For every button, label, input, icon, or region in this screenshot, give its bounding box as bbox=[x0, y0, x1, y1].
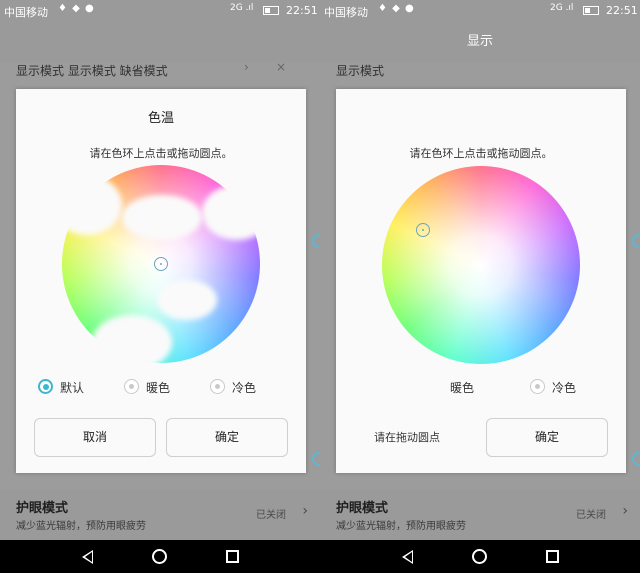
wheel-artifact bbox=[157, 280, 217, 320]
right-screenshot: 中国移动 ♦ ◆ ● 2G .ıl 22:51 显示 显示模式 护眼模式 减少蓝… bbox=[320, 0, 640, 573]
navigation-bar bbox=[0, 540, 320, 573]
close-icon: × bbox=[276, 60, 287, 74]
cancel-button[interactable]: 取消 bbox=[34, 418, 156, 457]
radio-icon bbox=[124, 379, 139, 394]
eye-protection-row[interactable]: 护眼模式 减少蓝光辐射，预防用眼疲劳 已关闭 › bbox=[320, 490, 640, 540]
overlay-text: 请在拖动圆点 bbox=[374, 429, 440, 445]
toggle-knob[interactable] bbox=[312, 234, 320, 248]
wheel-drag-handle[interactable] bbox=[416, 223, 430, 237]
eye-protection-state: 已关闭 bbox=[256, 510, 286, 521]
eye-protection-row[interactable]: 护眼模式 减少蓝光辐射，预防用眼疲劳 已关闭 › bbox=[0, 490, 320, 540]
eye-protection-subtitle: 减少蓝光辐射，预防用眼疲劳 bbox=[16, 521, 146, 532]
home-icon[interactable] bbox=[152, 549, 167, 564]
signal-icon: 2G .ıl bbox=[550, 3, 574, 13]
carrier-label: 中国移动 bbox=[324, 6, 368, 19]
eye-protection-subtitle: 减少蓝光辐射，预防用眼疲劳 bbox=[336, 521, 466, 532]
radio-icon bbox=[530, 379, 545, 394]
option-label: 暖色 bbox=[146, 381, 171, 395]
notification-icons: ♦ ◆ ● bbox=[378, 3, 415, 14]
carrier-label: 中国移动 bbox=[4, 6, 48, 19]
confirm-button[interactable]: 确定 bbox=[486, 418, 608, 457]
radio-selected-icon bbox=[38, 379, 53, 394]
display-mode-row[interactable]: 显示模式 显示模式 缺省模式 bbox=[16, 62, 168, 79]
wheel-artifact bbox=[122, 195, 202, 240]
wheel-artifact bbox=[92, 315, 172, 370]
display-mode-row[interactable]: 显示模式 bbox=[336, 62, 384, 79]
wheel-artifact bbox=[202, 185, 272, 240]
settings-header: 显示 bbox=[320, 22, 640, 62]
home-icon[interactable] bbox=[472, 549, 487, 564]
signal-icon: 2G .ıl bbox=[230, 3, 254, 13]
wheel-drag-handle[interactable] bbox=[154, 257, 168, 271]
navigation-bar bbox=[320, 540, 640, 573]
radio-icon bbox=[210, 379, 225, 394]
left-screenshot: 中国移动 ♦ ◆ ● 2G .ıl 22:51 显示模式 显示模式 缺省模式 ›… bbox=[0, 0, 320, 573]
color-wheel[interactable] bbox=[52, 165, 272, 370]
settings-header bbox=[0, 22, 320, 62]
battery-icon bbox=[263, 6, 279, 15]
color-temperature-options: 暖色 冷色 bbox=[336, 377, 626, 397]
clock: 22:51 bbox=[606, 4, 638, 17]
option-label: 冷色 bbox=[552, 381, 577, 395]
status-bar: 中国移动 ♦ ◆ ● 2G .ıl 22:51 bbox=[0, 0, 320, 22]
chevron-right-icon: › bbox=[302, 503, 308, 519]
wheel-artifact bbox=[52, 175, 122, 235]
chevron-right-icon: › bbox=[622, 503, 628, 519]
eye-protection-title: 护眼模式 bbox=[336, 501, 389, 516]
confirm-button[interactable]: 确定 bbox=[166, 418, 288, 457]
dialog-hint: 请在色环上点击或拖动圆点。 bbox=[89, 147, 233, 160]
toggle-knob[interactable] bbox=[632, 452, 640, 466]
status-bar: 中国移动 ♦ ◆ ● 2G .ıl 22:51 bbox=[320, 0, 640, 22]
eye-protection-title: 护眼模式 bbox=[16, 501, 69, 516]
recent-apps-icon[interactable] bbox=[546, 550, 559, 563]
color-temperature-dialog: 色温 请在色环上点击或拖动圆点。 默认 暖色 冷色 取消 确定 bbox=[16, 89, 306, 473]
color-temperature-dialog: 请在色环上点击或拖动圆点。 暖色 冷色 确定 请在拖动圆点 bbox=[336, 89, 626, 473]
option-label: 默认 bbox=[60, 381, 85, 395]
battery-icon bbox=[583, 6, 599, 15]
recent-apps-icon[interactable] bbox=[226, 550, 239, 563]
back-icon[interactable] bbox=[402, 550, 413, 564]
toggle-knob[interactable] bbox=[632, 234, 640, 248]
back-icon[interactable] bbox=[82, 550, 93, 564]
color-wheel[interactable] bbox=[382, 166, 580, 364]
clock: 22:51 bbox=[286, 4, 318, 17]
toggle-knob[interactable] bbox=[312, 452, 320, 466]
eye-protection-state: 已关闭 bbox=[576, 510, 606, 521]
option-label: 冷色 bbox=[232, 381, 257, 395]
notification-icons: ♦ ◆ ● bbox=[58, 3, 95, 14]
chevron-right-icon: › bbox=[244, 60, 249, 74]
dialog-hint: 请在色环上点击或拖动圆点。 bbox=[409, 147, 553, 160]
option-label: 暖色 bbox=[450, 381, 475, 395]
color-temperature-options: 默认 暖色 冷色 bbox=[16, 377, 306, 397]
dialog-title: 色温 bbox=[147, 111, 174, 126]
